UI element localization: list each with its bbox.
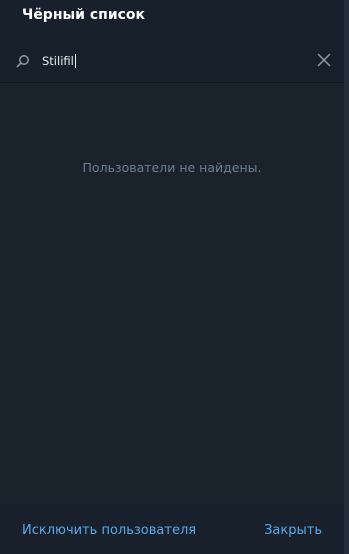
text-caret [74, 54, 76, 68]
background-edge [344, 0, 349, 554]
close-icon[interactable] [317, 53, 331, 67]
search-input[interactable]: Stilifil [42, 51, 76, 71]
search-input-value: Stilifil [42, 54, 74, 68]
search-icon [16, 55, 29, 68]
close-button[interactable]: Закрыть [264, 523, 322, 538]
search-bar: Stilifil [0, 40, 344, 81]
empty-list-message: Пользователи не найдены. [82, 160, 262, 175]
dialog-title: Чёрный список [22, 7, 146, 23]
dialog-footer: Исключить пользователя Закрыть [0, 503, 344, 554]
exclude-user-button[interactable]: Исключить пользователя [22, 523, 196, 538]
users-list: Пользователи не найдены. [0, 83, 344, 503]
blocklist-dialog: Чёрный список Stilifil Пользователи не н… [0, 0, 344, 554]
